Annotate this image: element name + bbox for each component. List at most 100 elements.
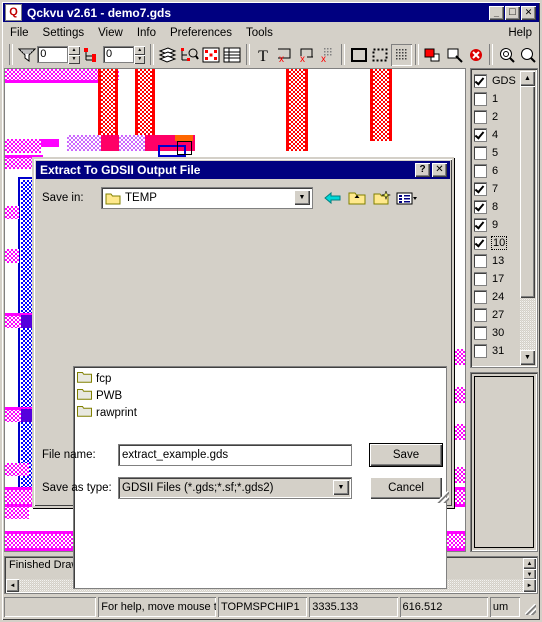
chevron-down-icon[interactable]: ▼: [333, 480, 349, 495]
layer-row[interactable]: 24: [474, 288, 520, 306]
save-as-type-combo[interactable]: GDSII Files (*.gds;*.sf;*.gds2) ▼: [119, 478, 351, 498]
dialog-resize-grip[interactable]: [437, 491, 449, 503]
svg-text:x: x: [300, 54, 305, 63]
file-name-input[interactable]: extract_example.gds: [119, 445, 351, 465]
menu-tools[interactable]: Tools: [239, 25, 280, 41]
layer-checkbox[interactable]: [474, 111, 486, 123]
layer-row[interactable]: 17: [474, 270, 520, 288]
layer-row[interactable]: 10: [474, 234, 520, 252]
hierarchy-search-icon[interactable]: [178, 43, 200, 66]
close-button[interactable]: ✕: [521, 5, 536, 20]
resize-grip[interactable]: [522, 597, 538, 617]
layer-checkbox[interactable]: [474, 129, 486, 141]
new-folder-icon[interactable]: [371, 188, 393, 208]
zoom-in-icon[interactable]: [496, 43, 518, 66]
layer-checkbox[interactable]: [474, 183, 486, 195]
cancel-button[interactable]: Cancel: [370, 477, 442, 499]
scroll-up-button[interactable]: ▲: [520, 71, 535, 86]
minimize-button[interactable]: _: [489, 5, 504, 20]
layer-checkbox[interactable]: [474, 147, 486, 159]
list-item[interactable]: fcp: [77, 370, 446, 387]
zoom-out-icon[interactable]: [517, 43, 540, 66]
hierarchy-value-input[interactable]: 0: [102, 46, 135, 63]
layer-checkbox[interactable]: [474, 345, 486, 357]
view-list-icon[interactable]: [396, 188, 418, 208]
back-arrow-icon[interactable]: [321, 188, 343, 208]
layer-checkbox[interactable]: [474, 201, 486, 213]
hierarchy-level-icon[interactable]: [81, 43, 103, 66]
layer-checkbox[interactable]: [474, 327, 486, 339]
table-grid-icon[interactable]: [221, 43, 243, 66]
layer-row[interactable]: 30: [474, 324, 520, 342]
layer-row[interactable]: 2: [474, 108, 520, 126]
scroll-up-button[interactable]: ▲: [523, 558, 536, 569]
layer-row[interactable]: 31: [474, 342, 520, 360]
layers-stack-icon[interactable]: [157, 43, 179, 66]
hierarchy-spinner[interactable]: ▲ ▼: [134, 45, 146, 64]
clear-box-icon[interactable]: x: [274, 43, 296, 66]
layer-list-panel[interactable]: GDS 1 2 4 5 6 7 8 9 10 13 17 24 27 30 31…: [470, 68, 538, 368]
layer-row[interactable]: GDS: [474, 72, 520, 90]
spin-up-icon[interactable]: ▲: [134, 45, 146, 55]
scrollbar-trough[interactable]: [520, 298, 535, 350]
layer-checkbox[interactable]: [474, 255, 486, 267]
filter-value-input[interactable]: 0: [37, 46, 69, 63]
layer-checkbox[interactable]: [474, 237, 486, 249]
scroll-down-button[interactable]: ▼: [520, 350, 535, 365]
layer-row[interactable]: 13: [474, 252, 520, 270]
layer-checkbox[interactable]: [474, 291, 486, 303]
maximize-button[interactable]: □: [505, 5, 520, 20]
box-outline-icon[interactable]: [348, 43, 370, 66]
layer-secondary-list[interactable]: [474, 376, 534, 548]
text-tool-icon[interactable]: T: [252, 43, 275, 66]
layer-checkbox[interactable]: [474, 75, 486, 87]
dotted-box-icon[interactable]: [369, 43, 391, 66]
spin-up-icon[interactable]: ▲: [68, 45, 80, 55]
save-in-combo[interactable]: TEMP ▼: [102, 188, 312, 208]
message-vscrollbar[interactable]: ▲ ▼: [523, 558, 536, 580]
spin-down-icon[interactable]: ▼: [134, 54, 146, 64]
cell-array-icon[interactable]: [199, 43, 222, 66]
spin-down-icon[interactable]: ▼: [68, 54, 80, 64]
menu-settings[interactable]: Settings: [36, 25, 92, 41]
scroll-right-button[interactable]: ►: [523, 579, 536, 592]
menu-view[interactable]: View: [91, 25, 130, 41]
clear-path-icon[interactable]: x: [295, 43, 317, 66]
layer-row[interactable]: 5: [474, 144, 520, 162]
close-icon[interactable]: ✕: [432, 163, 447, 177]
help-button[interactable]: ?: [415, 163, 430, 177]
stop-icon[interactable]: [464, 43, 487, 66]
layer-checkbox[interactable]: [474, 273, 486, 285]
clear-dots-icon[interactable]: x: [316, 43, 339, 66]
dot-fill-icon[interactable]: [390, 43, 413, 66]
layer-row[interactable]: 4: [474, 126, 520, 144]
layer-row[interactable]: 1: [474, 90, 520, 108]
scroll-left-button[interactable]: ◄: [6, 579, 19, 592]
menu-file[interactable]: File: [3, 25, 36, 41]
menu-info[interactable]: Info: [130, 25, 163, 41]
layer-row[interactable]: 6: [474, 162, 520, 180]
layer-scrollbar[interactable]: ▲ ▼: [520, 71, 535, 365]
layer-list[interactable]: GDS 1 2 4 5 6 7 8 9 10 13 17 24 27 30 31: [474, 72, 520, 364]
chevron-down-icon[interactable]: ▼: [294, 190, 310, 205]
scrollbar-thumb[interactable]: [520, 86, 535, 298]
layer-row[interactable]: 27: [474, 306, 520, 324]
up-folder-icon[interactable]: [346, 188, 368, 208]
layer-row[interactable]: 9: [474, 216, 520, 234]
layer-checkbox[interactable]: [474, 219, 486, 231]
layer-row[interactable]: 7: [474, 180, 520, 198]
filter-funnel-icon[interactable]: [15, 43, 38, 66]
save-button[interactable]: Save: [370, 444, 442, 466]
menu-preferences[interactable]: Preferences: [163, 25, 239, 41]
layer-checkbox[interactable]: [474, 309, 486, 321]
layer-checkbox[interactable]: [474, 93, 486, 105]
measure-icon[interactable]: [443, 43, 465, 66]
list-item[interactable]: PWB: [77, 387, 446, 404]
menu-help[interactable]: Help: [501, 25, 539, 41]
filter-spinner[interactable]: ▲ ▼: [68, 45, 80, 64]
layer-row[interactable]: 8: [474, 198, 520, 216]
layer-color-icon[interactable]: [422, 43, 444, 66]
layer-checkbox[interactable]: [474, 165, 486, 177]
list-item[interactable]: rawprint: [77, 404, 446, 421]
layer-secondary-panel[interactable]: [470, 372, 538, 552]
